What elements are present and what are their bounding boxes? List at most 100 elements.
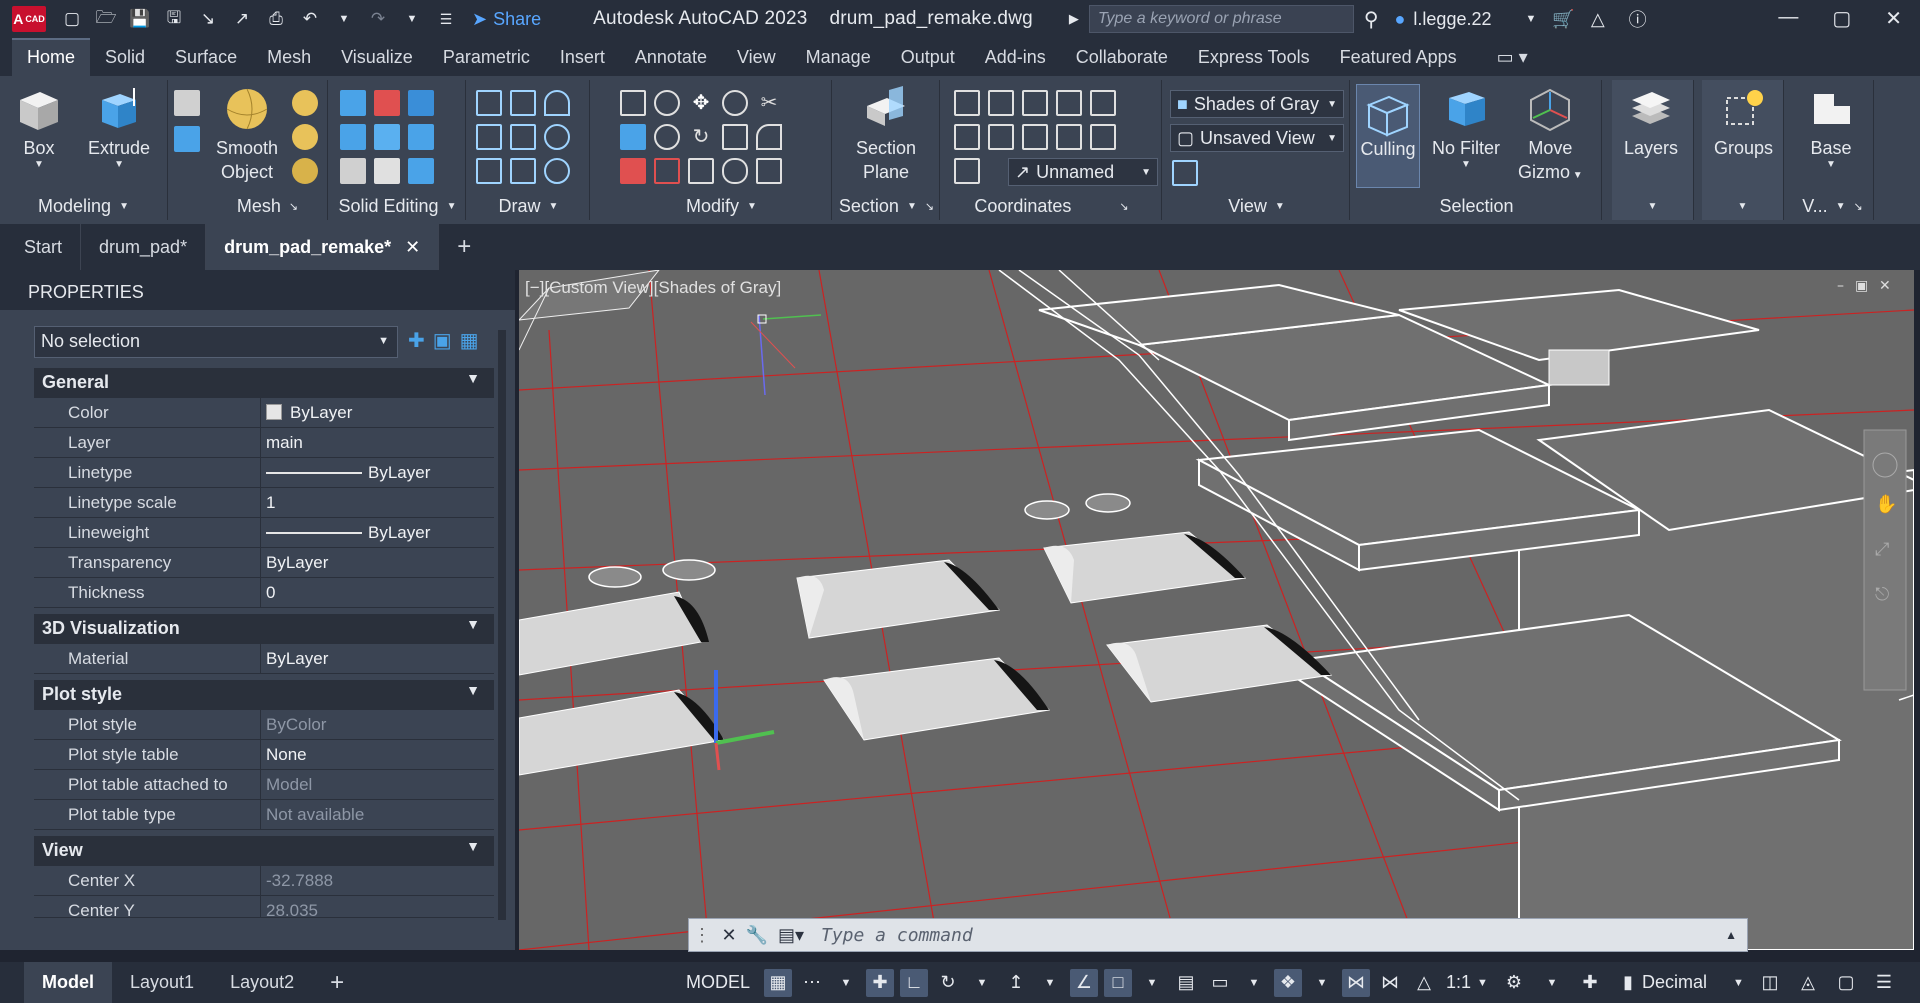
section-plot-style[interactable]: Plot style ▼	[34, 680, 494, 710]
draw-panel-label[interactable]: Draw ▼	[468, 192, 589, 220]
snap-icon[interactable]: ⋯	[798, 969, 826, 997]
save-web-icon[interactable]: ↗	[230, 8, 254, 30]
slice-icon[interactable]	[374, 124, 400, 150]
undo-dropdown-icon[interactable]: ▼	[332, 8, 356, 30]
line-icon[interactable]	[476, 90, 502, 116]
visual-style-dropdown[interactable]: ■ Shades of Gray ▼	[1170, 90, 1344, 118]
cart-icon[interactable]: 🛒	[1552, 9, 1574, 30]
selection-panel-label[interactable]: Selection	[1352, 192, 1601, 220]
circle-icon[interactable]	[544, 124, 570, 150]
open-web-icon[interactable]: ↘	[196, 8, 220, 30]
new-file-icon[interactable]: ▢	[60, 8, 84, 30]
save-as-icon[interactable]: 🖫	[162, 8, 186, 30]
array-icon[interactable]	[756, 158, 782, 184]
customize-quick-access-icon[interactable]: ☰	[434, 8, 458, 30]
annotation-scale[interactable]: 1:1 ▼	[1446, 962, 1488, 1003]
model-space-toggle[interactable]: MODEL	[686, 962, 750, 1003]
undo-icon[interactable]: ↶	[298, 8, 322, 30]
help-icon[interactable]: ⓘ	[1629, 6, 1647, 32]
smooth-object-button[interactable]: Smooth Object	[216, 86, 278, 184]
autocad-logo[interactable]: A CAD	[12, 6, 46, 32]
dynamic-input-icon[interactable]: ✚	[866, 968, 894, 997]
view-base-panel-label[interactable]: V... ▼ ↘	[1792, 192, 1873, 220]
prop-row[interactable]: Material ByLayer	[34, 644, 494, 674]
separate-icon[interactable]	[408, 158, 434, 184]
3d-object-snap-icon[interactable]: ❖	[1274, 968, 1302, 997]
selection-cycling-icon[interactable]: ▭	[1206, 969, 1234, 997]
redo-icon[interactable]: ↷	[366, 8, 390, 30]
section-general[interactable]: General ▼	[34, 368, 494, 398]
tab-layout1[interactable]: Layout1	[112, 962, 212, 1003]
viewport-window-controls[interactable]: – ▣ ✕	[1837, 278, 1891, 294]
select-objects-icon[interactable]: ▣	[433, 328, 452, 353]
command-input[interactable]: Type a command	[821, 925, 973, 946]
annotation-monitor-icon[interactable]: ✚	[1576, 969, 1604, 997]
prop-row[interactable]: Plot table attached to Model	[34, 770, 494, 800]
snap-dropdown-icon[interactable]: ▼	[832, 969, 860, 997]
3dpolyline-icon[interactable]	[510, 124, 536, 150]
ucs-icon[interactable]	[954, 90, 980, 116]
tab-solid[interactable]: Solid	[90, 40, 160, 76]
ribbon-minimize-toggle[interactable]: ▭ ▾	[1482, 40, 1543, 76]
extrude-faces-icon[interactable]	[408, 124, 434, 150]
modify-panel-label[interactable]: Modify ▼	[612, 192, 831, 220]
rotate-icon[interactable]: ↻	[688, 124, 714, 150]
3d-scale-icon[interactable]	[654, 158, 680, 184]
ucs-world-icon[interactable]	[1022, 90, 1048, 116]
mesh-refine-icon[interactable]	[292, 158, 318, 184]
solid-editing-panel-label[interactable]: Solid Editing ▼	[330, 192, 465, 220]
tab-layout2[interactable]: Layout2	[212, 962, 312, 1003]
new-tab-icon[interactable]: +	[439, 224, 489, 270]
recent-commands-icon[interactable]: ▤▾	[771, 925, 811, 946]
customization-icon[interactable]: ☰	[1870, 969, 1898, 997]
search-icon[interactable]: ⚲	[1364, 7, 1379, 32]
close-command-icon[interactable]: ✕	[715, 925, 743, 946]
spline-icon[interactable]	[476, 124, 502, 150]
tab-model[interactable]: Model	[24, 962, 112, 1003]
prop-row[interactable]: Thickness 0	[34, 578, 494, 608]
3d-mirror-icon[interactable]	[620, 90, 646, 116]
polar-icon[interactable]: ↻	[934, 969, 962, 997]
prop-row[interactable]: Color ByLayer	[34, 398, 494, 428]
3d-rotate-icon[interactable]	[654, 90, 680, 116]
offset-icon[interactable]	[722, 158, 748, 184]
prop-row[interactable]: Center X -32.7888	[34, 866, 494, 896]
base-button[interactable]: Base ▼	[1808, 86, 1854, 170]
rectangle-icon[interactable]	[510, 158, 536, 184]
mirror-icon[interactable]	[722, 124, 748, 150]
union-icon[interactable]	[340, 90, 366, 116]
mesh-smooth-less-icon[interactable]	[292, 124, 318, 150]
3d-array-icon[interactable]	[654, 124, 680, 150]
prop-row[interactable]: Plot table type Not available	[34, 800, 494, 830]
ellipse-icon[interactable]	[544, 158, 570, 184]
properties-scrollbar[interactable]	[498, 330, 506, 920]
tab-parametric[interactable]: Parametric	[428, 40, 545, 76]
transparency-icon[interactable]: ▤	[1172, 969, 1200, 997]
ucs-origin-icon[interactable]	[954, 124, 980, 150]
section-3d-visualization[interactable]: 3D Visualization ▼	[34, 614, 494, 644]
mesh-panel-label[interactable]: Mesh ↘	[208, 192, 327, 220]
polysolid-icon[interactable]	[174, 90, 200, 116]
tab-start[interactable]: Start	[0, 224, 82, 270]
ucs-view-icon[interactable]	[1090, 90, 1116, 116]
units-dropdown[interactable]: Decimal ▼	[1642, 962, 1744, 1003]
redo-dropdown-icon[interactable]: ▼	[400, 8, 424, 30]
tab-drum-pad-remake[interactable]: drum_pad_remake* ✕	[206, 224, 440, 270]
ucs-object-icon[interactable]	[1090, 124, 1116, 150]
ucs-icon-properties-icon[interactable]	[954, 158, 980, 184]
search-expand-icon[interactable]: ▶	[1069, 11, 1079, 27]
auto-scale-icon[interactable]: ⋈	[1376, 969, 1404, 997]
object-snap-dropdown-icon[interactable]: ▼	[1138, 969, 1166, 997]
prop-row[interactable]: Transparency ByLayer	[34, 548, 494, 578]
maximize-icon[interactable]: ▢	[1832, 6, 1851, 31]
section-panel-label[interactable]: Section ▼ ↘	[834, 192, 939, 220]
groups-expand-icon[interactable]: ▼	[1702, 192, 1783, 220]
isodraft-icon[interactable]: ↥	[1002, 969, 1030, 997]
save-icon[interactable]: 💾	[128, 8, 152, 30]
close-tab-icon[interactable]: ✕	[405, 237, 420, 258]
object-snap-tracking-icon[interactable]: ∠	[1070, 968, 1098, 997]
selection-cycling-dropdown-icon[interactable]: ▼	[1240, 969, 1268, 997]
tab-surface[interactable]: Surface	[160, 40, 252, 76]
tab-output[interactable]: Output	[886, 40, 970, 76]
section-view[interactable]: View ▼	[34, 836, 494, 866]
